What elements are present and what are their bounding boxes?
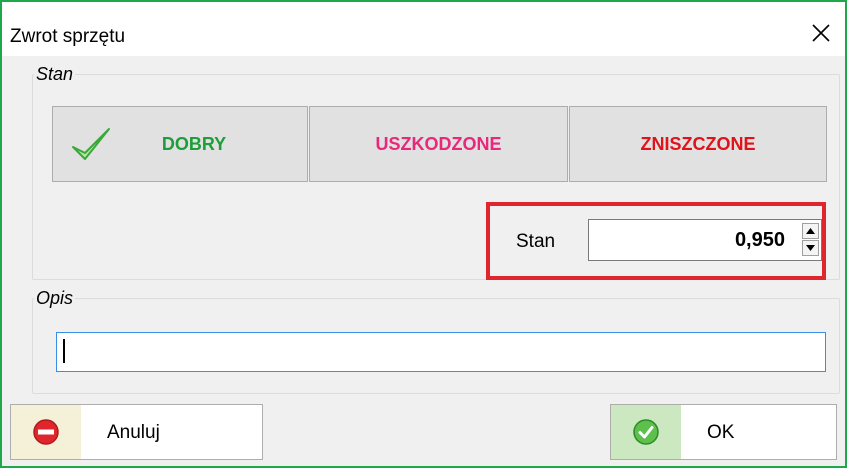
window-title: Zwrot sprzętu [10,26,126,47]
stan-value-text: 0,950 [734,229,785,251]
stop-icon [33,419,59,445]
close-icon [812,24,830,42]
spin-buttons [802,223,819,257]
stan-group-legend: Stan [34,64,76,85]
ok-icon-cell [611,405,681,459]
description-input[interactable] [56,332,826,372]
close-button[interactable] [801,16,841,50]
cancel-button[interactable]: Anuluj [10,404,263,460]
text-caret [63,339,65,363]
chevron-up-icon [806,228,815,234]
spin-up-button[interactable] [802,223,819,239]
ok-label: OK [707,422,735,443]
stan-value-label: Stan [516,231,556,252]
opis-group-legend: Opis [34,288,76,309]
spin-down-button[interactable] [802,240,819,256]
cancel-icon-cell [11,405,81,459]
cancel-label: Anuluj [107,422,160,443]
return-equipment-dialog: Zwrot sprzętu Stan DOBRY USZKODZONE ZNIS… [0,0,847,468]
state-damaged-button[interactable]: USZKODZONE [309,106,568,182]
checkmark-icon [72,128,110,160]
state-destroyed-label: ZNISZCZONE [640,133,756,154]
state-good-button[interactable]: DOBRY [52,106,308,182]
state-damaged-label: USZKODZONE [375,133,502,154]
chevron-down-icon [806,245,815,251]
check-circle-icon [633,419,659,445]
ok-button[interactable]: OK [610,404,837,460]
title-bar: Zwrot sprzętu [2,2,845,56]
state-good-label: DOBRY [161,133,227,154]
state-destroyed-button[interactable]: ZNISZCZONE [569,106,827,182]
stan-value-spinbox[interactable]: 0,950 [588,219,822,261]
